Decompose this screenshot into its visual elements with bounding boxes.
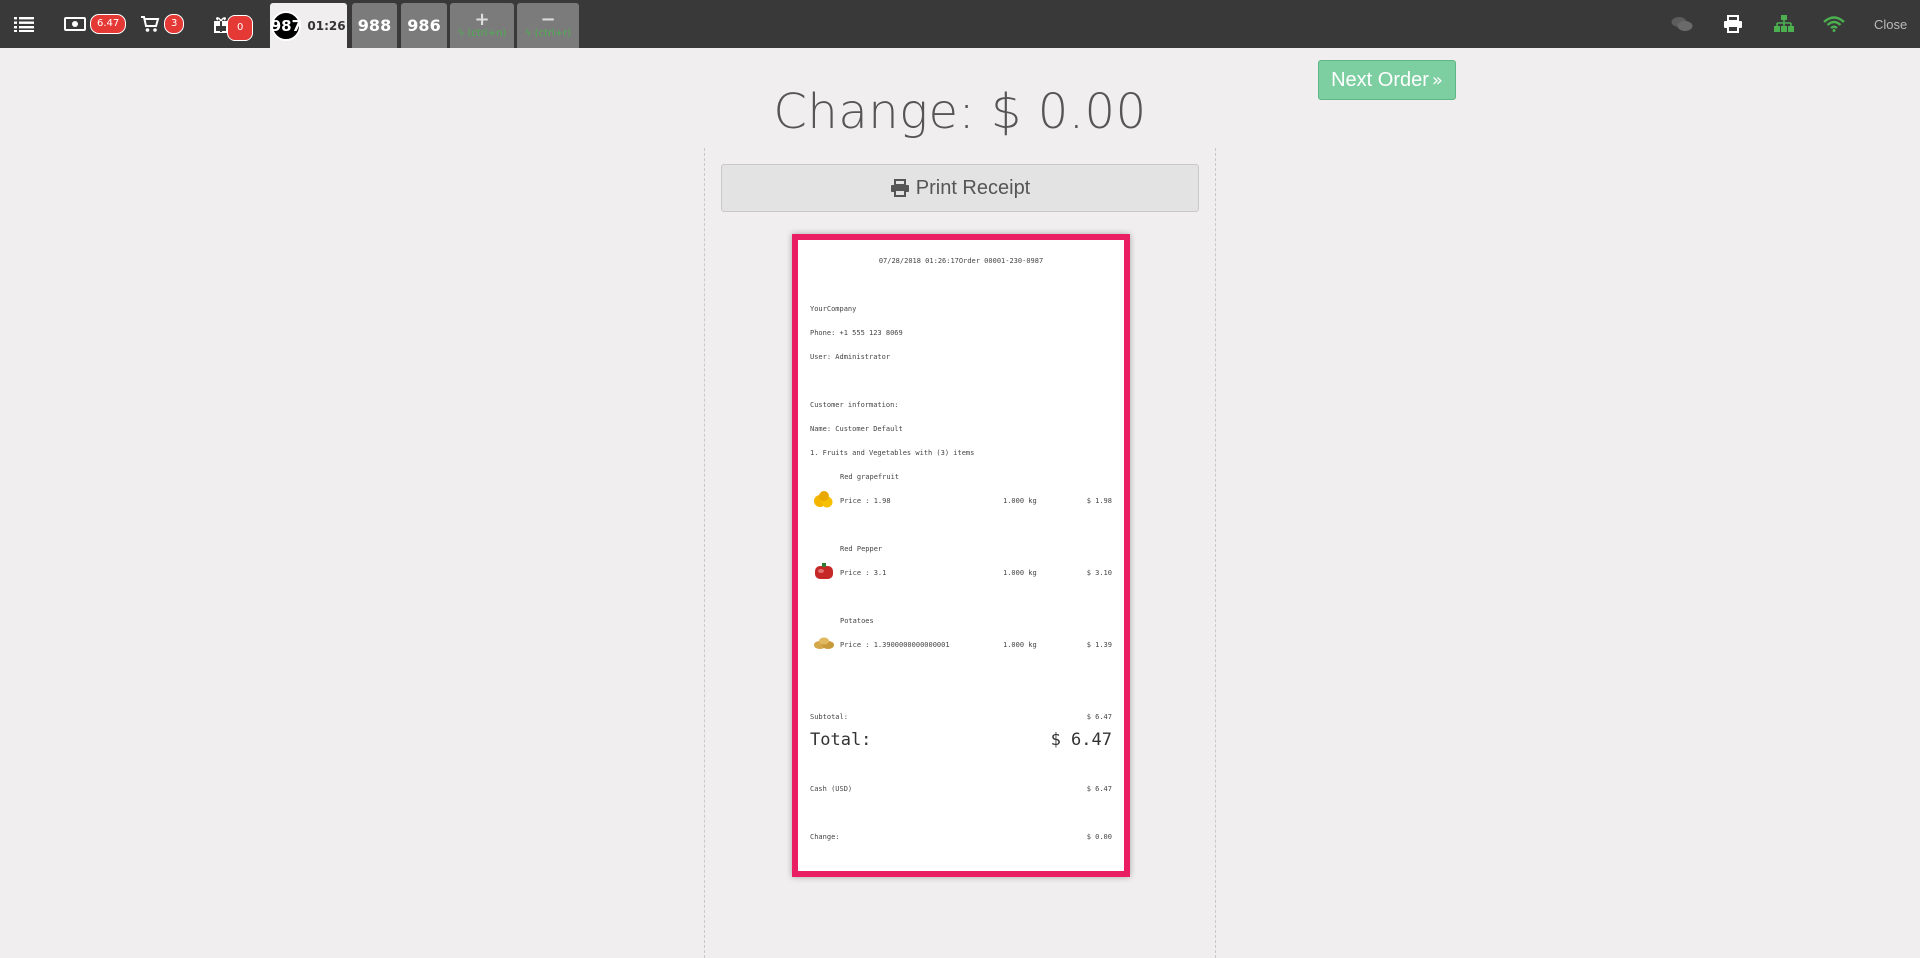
receipt-item-name: Red Pepper	[840, 545, 883, 553]
grapefruit-image	[814, 491, 833, 508]
receipt-customer-name: Name: Customer Default	[810, 425, 903, 433]
order-tab-active[interactable]: 987 01:26	[270, 3, 347, 48]
receipt-item-qty: 1.000 kg	[1003, 497, 1037, 505]
right-divider	[1215, 148, 1216, 958]
gift-badge: 0	[227, 15, 254, 41]
receipt-item-amount: $ 1.98	[1086, 497, 1112, 505]
wifi-icon	[1823, 16, 1845, 32]
receipt-total-label: Total:	[810, 730, 872, 750]
print-receipt-button[interactable]: Print Receipt	[721, 164, 1199, 212]
receipt-customer-label: Customer information:	[810, 401, 899, 409]
receipt-change-value: $ 0.00	[1086, 833, 1112, 841]
receipt-total-value: $ 6.47	[1050, 730, 1112, 750]
left-divider	[704, 148, 705, 958]
cash-badge: 6.47	[90, 14, 127, 34]
receipt-user: User: Administrator	[810, 353, 891, 361]
sitemap-icon	[1774, 15, 1794, 32]
menu-button[interactable]	[14, 0, 36, 48]
money-icon	[64, 17, 86, 31]
cash-button[interactable]: 6.47	[64, 0, 127, 48]
receipt-subtotal-label: Subtotal:	[810, 713, 848, 721]
receipt-payment-label: Cash (USD)	[810, 785, 853, 793]
receipt-item-amount: $ 1.39	[1086, 641, 1112, 649]
network-button[interactable]	[1774, 0, 1794, 48]
cart-badge: 3	[164, 14, 185, 34]
receipt-item-price: Price : 1.3900000000000001	[840, 641, 950, 649]
new-order-button[interactable]: + ϟ (ctrl+n)	[450, 3, 514, 48]
receipt-preview: 07/28/2018 01:26:17Order 00001-230-0987 …	[792, 234, 1130, 877]
top-bar: 6.47 3 0 987 01:26 988 986 + ϟ (ctrl+n) …	[0, 0, 1920, 48]
red-pepper-image	[815, 563, 833, 579]
receipt-item-qty: 1.000 kg	[1003, 641, 1037, 649]
active-order-number: 987	[271, 10, 302, 41]
receipt-item-name: Red grapefruit	[840, 473, 900, 481]
print-receipt-label: Print Receipt	[915, 176, 1031, 199]
bolt-icon: ϟ	[524, 28, 532, 39]
receipt-company: YourCompany	[810, 305, 857, 313]
printer-icon	[890, 179, 909, 197]
receipt-change-label: Change:	[810, 833, 840, 841]
list-menu-icon	[14, 17, 34, 32]
receipt-item-price: Price : 3.1	[840, 569, 887, 577]
cart-icon	[141, 16, 160, 32]
receipt-item-name: Potatoes	[840, 617, 874, 625]
remove-order-shortcut: ϟ (ctrl+r)	[525, 28, 571, 39]
comments-icon	[1671, 17, 1693, 31]
new-order-shortcut-text: (ctrl+n)	[467, 28, 507, 39]
printer-icon	[1724, 15, 1742, 33]
receipt-subtotal-value: $ 6.47	[1086, 713, 1112, 721]
receipt-payment-value: $ 6.47	[1086, 785, 1112, 793]
potatoes-image	[814, 637, 834, 649]
remove-order-shortcut-text: (ctrl+r)	[534, 28, 572, 39]
active-order-time: 01:26	[307, 18, 346, 33]
change-amount-title: Change: $ 0.00	[773, 84, 1147, 140]
order-tab[interactable]: 986	[401, 3, 447, 48]
receipt: 07/28/2018 01:26:17Order 00001-230-0987 …	[798, 240, 1124, 871]
order-tab[interactable]: 988	[352, 3, 397, 48]
receipt-item-price: Price : 1.98	[840, 497, 891, 505]
gift-button[interactable]: 0	[213, 0, 254, 48]
receipt-item-qty: 1.000 kg	[1003, 569, 1037, 577]
printer-button[interactable]	[1723, 0, 1743, 48]
remove-order-button[interactable]: − ϟ (ctrl+r)	[517, 3, 579, 48]
receipt-category-line: 1. Fruits and Vegetables with (3) items	[810, 449, 975, 457]
close-button[interactable]: Close	[1874, 0, 1907, 48]
connection-status[interactable]	[1823, 0, 1845, 48]
plus-icon: +	[474, 9, 490, 30]
minus-icon: −	[540, 9, 556, 30]
cart-button[interactable]: 3	[140, 0, 185, 48]
chat-button[interactable]	[1671, 0, 1693, 48]
receipt-phone: Phone: +1 555 123 8069	[810, 329, 903, 337]
receipt-item-amount: $ 3.10	[1086, 569, 1112, 577]
bolt-icon: ϟ	[457, 28, 465, 39]
receipt-header: 07/28/2018 01:26:17Order 00001-230-0987	[878, 257, 1044, 265]
new-order-shortcut: ϟ (ctrl+n)	[458, 28, 507, 39]
